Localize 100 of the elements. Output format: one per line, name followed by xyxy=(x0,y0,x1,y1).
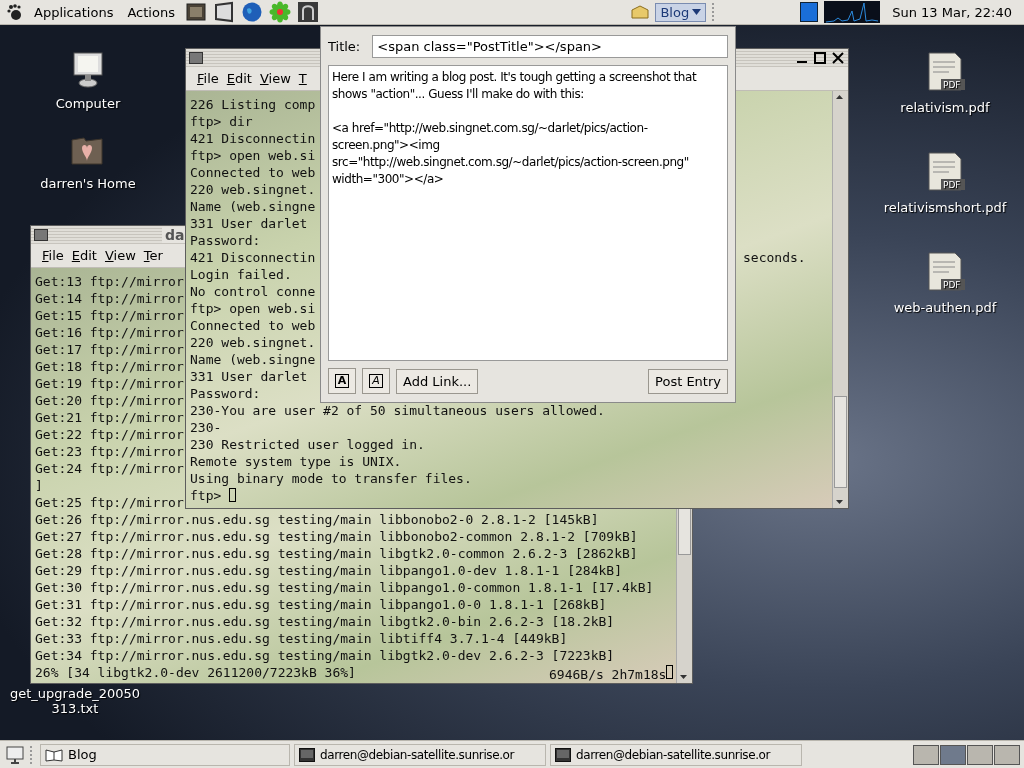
workspace-icon[interactable] xyxy=(800,2,819,22)
terminal-line: 26% [34 libgtk2.0-dev 2611200/7223kB 36%] xyxy=(35,664,356,681)
blog-button[interactable]: Blog xyxy=(655,2,707,22)
taskbar-button[interactable]: darren@debian-satellite.sunrise.or xyxy=(550,743,802,766)
terminal-line: 230- xyxy=(190,419,222,436)
terminal-line: Password: xyxy=(190,232,261,249)
picture-frame-icon[interactable] xyxy=(184,1,207,23)
bold-button[interactable]: A xyxy=(328,368,356,394)
terminal-line: Get:13 ftp://mirror xyxy=(35,273,184,290)
terminal-line: 421 Disconnectin xyxy=(190,130,316,147)
workspace-switcher-cell[interactable] xyxy=(940,744,966,765)
terminal-line: 331 User darlet xyxy=(190,368,308,385)
terminal-line: seconds. xyxy=(743,250,806,265)
frame-icon[interactable] xyxy=(212,1,235,23)
terminal-line: Get:23 ftp://mirror xyxy=(35,443,184,460)
menu-item[interactable]: View xyxy=(256,70,294,87)
terminal-line: ftp> xyxy=(190,487,222,504)
clock[interactable]: Sun 13 Mar, 22:40 xyxy=(886,4,1018,20)
terminal-line: Get:16 ftp://mirror xyxy=(35,324,184,341)
terminal-line: Get:17 ftp://mirror xyxy=(35,341,184,358)
icon-label[interactable]: Computer xyxy=(55,96,121,111)
terminal-line: 226 Listing comp xyxy=(190,96,316,113)
icon-label[interactable]: relativism.pdf xyxy=(900,100,990,115)
flower-icon[interactable] xyxy=(268,1,291,23)
terminal-line: Get:18 ftp://mirror xyxy=(35,358,184,375)
terminal-line: Get:27 ftp://mirror.nus.edu.sg testing/main libbonobo2-common 2.8.1-2 [709kB] xyxy=(35,528,638,545)
terminal-line: Name (web.singne xyxy=(190,351,316,368)
terminal-line: Connected to web xyxy=(190,164,316,181)
terminal-line: Get:22 ftp://mirror xyxy=(35,426,184,443)
terminal-line: 331 User darlet xyxy=(190,215,308,232)
menu-item[interactable]: Edit xyxy=(68,247,100,264)
terminal-line: 421 Disconnectin xyxy=(190,249,316,266)
envelope-icon[interactable] xyxy=(631,5,650,19)
terminal-line: Get:29 ftp://mirror.nus.edu.sg testing/main libpango1.0-dev 1.8.1-1 [284kB] xyxy=(35,562,622,579)
terminal-line: Get:26 ftp://mirror.nus.edu.sg testing/main libbonobo2-0 2.8.1-2 [145kB] xyxy=(35,511,599,528)
arch-icon[interactable] xyxy=(296,1,319,23)
taskbar-button[interactable]: darren@debian-satellite.sunrise.or xyxy=(294,743,546,766)
workspace-switcher-cell[interactable] xyxy=(967,744,993,765)
terminal-line: ftp> open web.si xyxy=(190,300,316,317)
terminal-line: Get:34 ftp://mirror.nus.edu.sg testing/main libgtk2.0-dev 2.6.2-3 [7223kB] xyxy=(35,647,615,664)
workspace-switcher-cell[interactable] xyxy=(913,744,939,765)
terminal-line: Get:21 ftp://mirror xyxy=(35,409,184,426)
terminal-line: 230 Restricted user logged in. xyxy=(190,436,425,453)
scrollbar-thumb[interactable] xyxy=(834,396,847,488)
menu-item[interactable]: File xyxy=(39,247,67,264)
terminal-line: Login failed. xyxy=(190,266,292,283)
terminal-line: Password: xyxy=(190,385,261,402)
terminal-line: 220 web.singnet. xyxy=(190,181,316,198)
icon-label[interactable]: web-authen.pdf xyxy=(893,300,997,315)
icon-label[interactable]: get_upgrade_20050 xyxy=(10,686,140,701)
terminal-line: Get:20 ftp://mirror xyxy=(35,392,184,409)
terminal-line: Get:31 ftp://mirror.nus.edu.sg testing/main libpango1.0-0 1.8.1-1 [268kB] xyxy=(35,596,607,613)
terminal-line: Get:30 ftp://mirror.nus.edu.sg testing/main libpango1.0-common 1.8.1-1 [17.4kB] xyxy=(35,579,654,596)
title-label: Title: xyxy=(328,39,361,54)
taskbar-button[interactable]: Blog xyxy=(40,743,290,766)
terminal-icon xyxy=(299,747,315,762)
menu-item[interactable]: Edit xyxy=(223,70,255,87)
terminal-line: Using binary mode to transfer files. xyxy=(190,470,472,487)
window-menu-icon[interactable] xyxy=(34,229,48,241)
workspace-switcher-cell[interactable] xyxy=(994,744,1020,765)
terminal-line: Get:15 ftp://mirror xyxy=(35,307,184,324)
foot-icon[interactable] xyxy=(6,3,24,21)
post-entry-button[interactable]: Post Entry xyxy=(648,368,728,394)
terminal-line: Get:28 ftp://mirror.nus.edu.sg testing/main libgtk2.0-common 2.6.2-3 [2862kB] xyxy=(35,545,638,562)
window-title: da xyxy=(162,227,188,243)
terminal-line: Get:25 ftp://mirror xyxy=(35,494,184,511)
show-desktop-icon[interactable] xyxy=(4,744,26,765)
terminal-line: Get:14 ftp://mirror xyxy=(35,290,184,307)
terminal-line: 6946B/s 2h7m18s xyxy=(549,667,667,682)
close-icon[interactable] xyxy=(831,51,845,65)
menu-item[interactable]: Ter xyxy=(140,247,166,264)
caret-icon xyxy=(692,9,702,15)
terminal-line: Get:33 ftp://mirror.nus.edu.sg testing/main libtiff4 3.7.1-4 [449kB] xyxy=(35,630,568,647)
title-field[interactable]: <span class="PostTitle"></span> xyxy=(372,35,728,58)
post-body-field[interactable]: Here I am writing a blog post. It's tough getting a screenshot that shows "action"... Guess I'll make do with this: <a href="http://web.singnet.com.sg/~darlet/pics/action-screen.png"><img src="http://web.singnet.com.sg/~darlet/pics/action-screen.png" width="300"></a> xyxy=(328,65,728,361)
panel-menu[interactable]: Applications xyxy=(30,2,118,22)
menu-item[interactable]: View xyxy=(101,247,139,264)
globe-icon[interactable] xyxy=(240,1,263,23)
add-link-button[interactable]: Add Link... xyxy=(396,368,479,394)
menu-item[interactable]: File xyxy=(194,70,222,87)
menu-item[interactable]: T xyxy=(295,70,310,87)
window-menu-icon[interactable] xyxy=(189,52,203,64)
terminal-line: ftp> open web.si xyxy=(190,147,316,164)
icon-label[interactable]: 313.txt xyxy=(10,701,140,716)
terminal-line: Get:24 ftp://mirror xyxy=(35,460,184,477)
terminal-line: ftp> dir xyxy=(190,113,253,130)
maximize-icon[interactable] xyxy=(813,51,827,65)
panel-menu[interactable]: Actions xyxy=(123,2,179,22)
terminal-line: Get:19 ftp://mirror xyxy=(35,375,184,392)
terminal-line: 230-You are user #2 of 50 simultaneous users allowed. xyxy=(190,402,605,419)
terminal-line: Name (web.singne xyxy=(190,198,316,215)
terminal-line: ] xyxy=(35,477,43,494)
icon-label[interactable]: relativismshort.pdf xyxy=(883,200,1007,215)
icon-label[interactable]: darren's Home xyxy=(40,176,136,191)
terminal-icon xyxy=(555,747,571,762)
italic-button[interactable]: A xyxy=(362,368,390,394)
terminal-line: 220 web.singnet. xyxy=(190,334,316,351)
book-icon xyxy=(45,747,63,762)
terminal-line: Get:32 ftp://mirror.nus.edu.sg testing/main libgtk2.0-bin 2.6.2-3 [18.2kB] xyxy=(35,613,615,630)
system-monitor-graph[interactable] xyxy=(824,1,881,23)
